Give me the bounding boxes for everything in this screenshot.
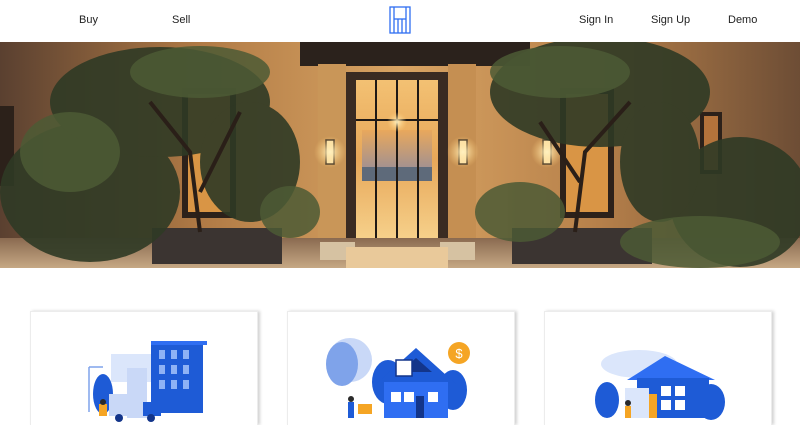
city-building-moving-truck-illustration bbox=[88, 341, 207, 422]
nav-buy-link[interactable]: Buy bbox=[79, 14, 98, 26]
hero-banner bbox=[0, 42, 800, 268]
top-navigation: Buy Sell Sign In Sign Up Demo bbox=[0, 0, 800, 42]
h-monogram-icon[interactable] bbox=[389, 6, 411, 34]
feature-card-buy[interactable] bbox=[30, 311, 258, 425]
nav-demo-link[interactable]: Demo bbox=[728, 14, 757, 26]
feature-card-demo[interactable] bbox=[544, 311, 772, 425]
nav-sign-in-link[interactable]: Sign In bbox=[579, 14, 613, 26]
nav-sell-link[interactable]: Sell bbox=[172, 14, 190, 26]
feature-card-sell[interactable]: $ bbox=[287, 311, 515, 425]
house-sale-dollar-illustration: $ bbox=[326, 338, 470, 418]
luxury-home-entrance-photo bbox=[0, 42, 800, 268]
modern-home-illustration bbox=[595, 350, 725, 420]
nav-sign-up-link[interactable]: Sign Up bbox=[651, 14, 690, 26]
svg-text:$: $ bbox=[455, 346, 463, 361]
